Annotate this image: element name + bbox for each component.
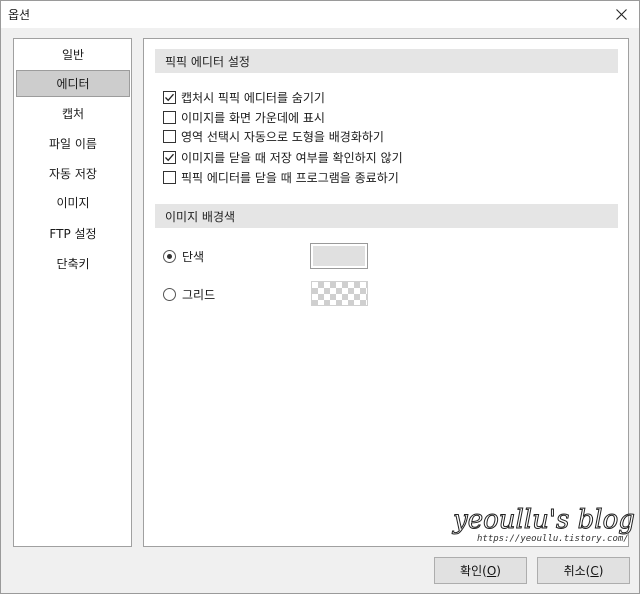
sidebar-item-shortcuts[interactable]: 단축키 <box>16 250 130 277</box>
radio-label: 그리드 <box>182 287 216 302</box>
sidebar-item-label: 자동 저장 <box>49 167 97 181</box>
option-label: 영역 선택시 자동으로 도형을 배경화하기 <box>181 129 384 144</box>
checkbox[interactable] <box>163 150 176 164</box>
checkbox[interactable] <box>163 170 176 184</box>
radio-solid-color[interactable]: 단색 <box>163 247 204 265</box>
sidebar-item-capture[interactable]: 캡처 <box>16 100 130 127</box>
watermark-title: yeoullu's blog <box>453 505 636 536</box>
option-label: 캡처시 픽픽 에디터를 숨기기 <box>181 90 325 105</box>
solid-color-picker[interactable] <box>310 243 368 269</box>
sidebar-item-label: 파일 이름 <box>49 137 97 151</box>
background-color-header: 이미지 배경색 <box>155 204 618 228</box>
sidebar-item-filename[interactable]: 파일 이름 <box>16 130 130 157</box>
option-no-save-prompt[interactable]: 이미지를 닫을 때 저장 여부를 확인하지 않기 <box>163 148 403 166</box>
checkmark-icon <box>165 93 174 101</box>
checkbox[interactable] <box>163 129 176 143</box>
sidebar-item-label: 캡처 <box>61 107 85 121</box>
settings-panel: 픽픽 에디터 설정 캡처시 픽픽 에디터를 숨기기 이미지를 화면 가운데에 표… <box>143 38 629 547</box>
sidebar-item-label: 에디터 <box>56 77 90 91</box>
cancel-mnemonic: C <box>590 563 599 578</box>
close-button[interactable] <box>603 1 639 28</box>
option-auto-shape-background[interactable]: 영역 선택시 자동으로 도형을 배경화하기 <box>163 127 384 145</box>
ok-button[interactable]: 확인(O) <box>434 557 527 584</box>
window-title: 옵션 <box>8 8 31 22</box>
ok-mnemonic: O <box>486 563 497 578</box>
radio-button[interactable] <box>163 249 176 263</box>
options-dialog: 옵션 일반 에디터 캡처 파일 이름 자동 저장 이미지 FTP 설정 단축키 … <box>0 0 640 594</box>
cancel-button-label: 취소 <box>563 564 586 578</box>
option-center-image[interactable]: 이미지를 화면 가운데에 표시 <box>163 108 325 126</box>
cancel-button[interactable]: 취소(C) <box>537 557 630 584</box>
option-label: 이미지를 화면 가운데에 표시 <box>181 110 325 125</box>
editor-settings-header: 픽픽 에디터 설정 <box>155 49 618 73</box>
sidebar-item-label: FTP 설정 <box>49 227 97 241</box>
sidebar-item-autosave[interactable]: 자동 저장 <box>16 160 130 187</box>
watermark-url: https://yeoullu.tistory.com/ <box>477 534 629 544</box>
sidebar-item-label: 단축키 <box>56 257 90 271</box>
sidebar-item-label: 일반 <box>61 48 85 62</box>
sidebar-item-general[interactable]: 일반 <box>16 41 130 68</box>
radio-button[interactable] <box>163 287 176 301</box>
option-label: 이미지를 닫을 때 저장 여부를 확인하지 않기 <box>181 150 403 165</box>
title-bar: 옵션 <box>1 1 639 28</box>
checkmark-icon <box>165 153 174 161</box>
checkbox[interactable] <box>163 110 176 124</box>
category-list: 일반 에디터 캡처 파일 이름 자동 저장 이미지 FTP 설정 단축키 <box>13 38 132 547</box>
grid-pattern-swatch[interactable] <box>311 281 368 306</box>
sidebar-item-image[interactable]: 이미지 <box>16 189 130 216</box>
option-label: 픽픽 에디터를 닫을 때 프로그램을 종료하기 <box>181 170 399 185</box>
close-icon <box>615 9 627 20</box>
option-exit-on-editor-close[interactable]: 픽픽 에디터를 닫을 때 프로그램을 종료하기 <box>163 168 399 186</box>
radio-grid[interactable]: 그리드 <box>163 285 215 303</box>
ok-button-label: 확인 <box>460 564 483 578</box>
solid-color-swatch <box>313 246 365 266</box>
checkbox[interactable] <box>163 90 176 104</box>
sidebar-item-label: 이미지 <box>56 196 90 210</box>
radio-label: 단색 <box>182 249 205 264</box>
option-hide-editor-on-capture[interactable]: 캡처시 픽픽 에디터를 숨기기 <box>163 88 325 106</box>
sidebar-item-editor[interactable]: 에디터 <box>16 70 130 97</box>
sidebar-item-ftp[interactable]: FTP 설정 <box>16 220 130 247</box>
